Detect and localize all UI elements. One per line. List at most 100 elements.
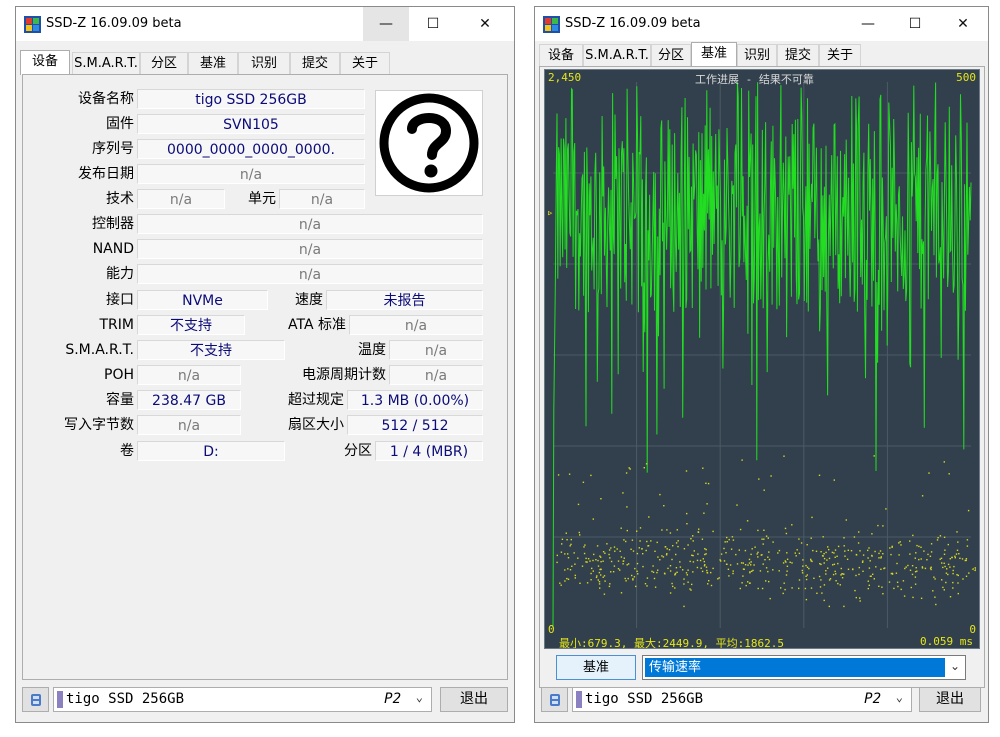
chevron-down-icon[interactable]: ⌄ [896, 690, 903, 704]
minimize-button[interactable]: — [845, 7, 891, 41]
access-time-point [944, 549, 946, 551]
access-time-point [697, 553, 699, 555]
bytes-written-value: n/a [137, 415, 241, 435]
access-time-point [802, 565, 804, 567]
access-time-point [589, 560, 591, 562]
access-time-point [934, 578, 936, 580]
access-time-point [717, 578, 719, 580]
access-time-point [820, 579, 822, 581]
sector-size-label: 扇区大小 [288, 417, 344, 433]
over-provisioning-value: 1.3 MB (0.00%) [347, 390, 483, 410]
access-time-point [805, 575, 807, 577]
access-time-point [956, 574, 958, 576]
access-time-point [952, 572, 954, 575]
access-time-point [557, 474, 560, 476]
device-info-button[interactable] [541, 687, 568, 712]
access-time-point [816, 592, 818, 594]
access-time-point [843, 537, 845, 539]
access-time-point [691, 554, 693, 556]
tab-about[interactable]: 关于 [819, 44, 861, 66]
access-time-point [785, 561, 787, 563]
access-time-point [953, 565, 955, 568]
access-time-point [820, 563, 822, 566]
access-time-point [844, 550, 846, 552]
access-time-point [956, 549, 959, 551]
drive-select[interactable]: tigo SSD 256GB P2 ⌄ [572, 687, 912, 712]
access-time-point [636, 530, 638, 532]
chevron-down-icon[interactable]: ⌄ [416, 690, 423, 704]
tab-device[interactable]: 设备 [20, 50, 70, 75]
chart-left-marker: ▹ [547, 206, 554, 219]
tab-submit[interactable]: 提交 [777, 44, 819, 66]
partition-label: 分区 [344, 443, 372, 459]
access-time-point [911, 565, 914, 567]
access-time-point [603, 575, 606, 577]
benchmark-mode-select[interactable]: 传输速率 ⌄ [642, 655, 966, 680]
minimize-button[interactable]: — [363, 7, 409, 41]
access-time-point [832, 573, 835, 576]
access-time-point [810, 587, 813, 589]
access-time-point [778, 570, 780, 572]
access-time-point [914, 583, 917, 585]
access-time-point [786, 565, 789, 567]
access-time-point [624, 577, 626, 580]
access-time-point [676, 529, 678, 531]
access-time-point [725, 552, 727, 554]
access-time-point [587, 558, 590, 560]
exit-button[interactable]: 退出 [440, 687, 508, 712]
drive-select[interactable]: tigo SSD 256GB P2 ⌄ [53, 687, 432, 712]
access-time-point [604, 580, 606, 582]
access-time-point [837, 562, 839, 565]
access-time-point [696, 559, 699, 562]
access-time-point [954, 555, 956, 557]
chevron-down-icon[interactable]: ⌄ [950, 659, 960, 673]
access-time-point [916, 570, 918, 572]
access-time-point [763, 489, 765, 491]
tab-benchmark[interactable]: 基准 [691, 42, 737, 67]
tab-smart[interactable]: S.M.A.R.T. [583, 44, 651, 66]
maximize-button[interactable]: ☐ [410, 7, 456, 41]
access-time-point [600, 561, 602, 563]
access-time-point [647, 545, 650, 547]
access-time-point [820, 551, 822, 553]
access-time-point [735, 553, 737, 556]
tab-identify[interactable]: 识别 [238, 52, 290, 74]
tab-smart[interactable]: S.M.A.R.T. [72, 52, 140, 74]
tab-identify[interactable]: 识别 [737, 44, 777, 66]
access-time-point [708, 580, 710, 582]
access-time-point [712, 567, 714, 570]
drive-color-marker [57, 691, 63, 708]
access-time-point [947, 573, 949, 576]
access-time-point [676, 571, 678, 573]
access-time-point [667, 567, 669, 570]
access-time-point [845, 519, 847, 521]
tab-benchmark[interactable]: 基准 [188, 52, 238, 74]
access-time-point [770, 475, 772, 477]
device-info-button[interactable] [22, 687, 49, 712]
access-time-point [609, 557, 611, 559]
chart-header: 工作进展 - 结果不可靠 [695, 73, 814, 86]
tab-partition[interactable]: 分区 [651, 44, 691, 66]
access-time-point [635, 585, 637, 588]
access-time-point [898, 554, 900, 556]
access-time-point [622, 492, 624, 494]
access-time-point [855, 554, 858, 556]
tab-submit[interactable]: 提交 [290, 52, 340, 74]
access-time-point [823, 599, 825, 602]
close-button[interactable]: ✕ [462, 7, 508, 41]
access-time-point [741, 459, 743, 461]
maximize-button[interactable]: ☐ [892, 7, 938, 41]
access-time-point [943, 562, 945, 564]
close-button[interactable]: ✕ [940, 7, 986, 41]
exit-button[interactable]: 退出 [919, 687, 981, 712]
access-time-point [862, 570, 864, 572]
access-time-point [561, 538, 564, 540]
access-time-point [918, 558, 920, 561]
access-time-point [782, 562, 785, 564]
access-time-point [823, 553, 825, 555]
tab-partition[interactable]: 分区 [140, 52, 188, 74]
tab-device[interactable]: 设备 [539, 44, 583, 66]
access-time-point [593, 553, 595, 556]
benchmark-button[interactable]: 基准 [556, 655, 636, 680]
tab-about[interactable]: 关于 [340, 52, 390, 74]
